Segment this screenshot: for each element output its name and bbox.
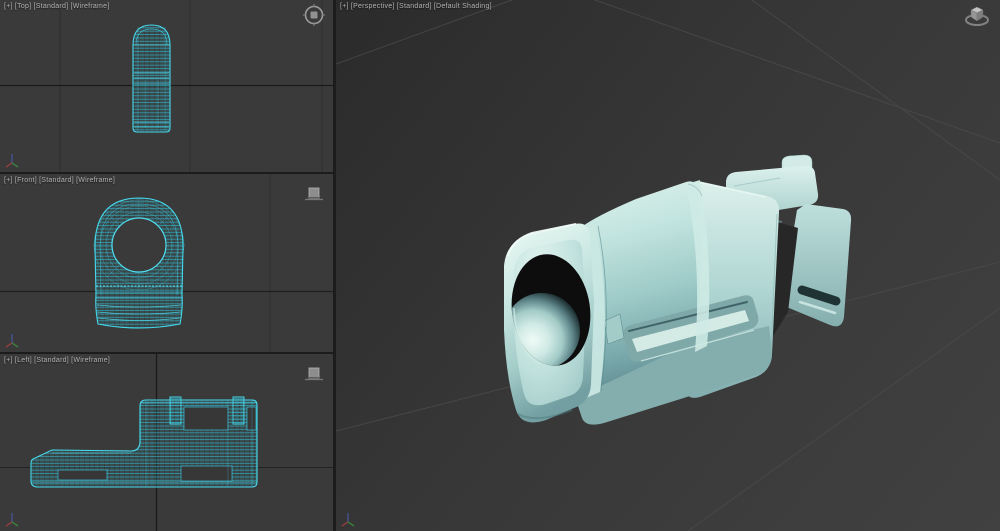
viewport-label-top[interactable]: [+] [Top] [Standard] [Wireframe] (4, 2, 109, 11)
viewport-label-front[interactable]: [+] [Front] [Standard] [Wireframe] (4, 176, 115, 185)
quad-viewport-layout: [+] [Top] [Standard] [Wireframe] [+] [Fr… (0, 0, 1000, 531)
front-view-canvas[interactable] (0, 174, 333, 352)
top-view-canvas[interactable] (0, 0, 333, 172)
viewcube-left-face-icon[interactable] (303, 366, 325, 382)
left-view-canvas[interactable] (0, 354, 333, 531)
viewport-left[interactable]: [+] [Left] [Standard] [Wireframe] (0, 354, 333, 531)
world-axis-icon (5, 513, 19, 527)
wireframe-model-front[interactable] (93, 197, 185, 329)
viewcube-front-face-icon[interactable] (303, 186, 325, 202)
world-axis-icon (5, 334, 19, 348)
perspective-view-canvas[interactable] (336, 0, 1000, 531)
viewport-label-perspective[interactable]: [+] [Perspective] [Standard] [Default Sh… (340, 2, 492, 11)
viewport-perspective[interactable]: [+] [Perspective] [Standard] [Default Sh… (336, 0, 1000, 531)
wireframe-model-left[interactable] (30, 396, 258, 488)
world-axis-icon (341, 513, 355, 527)
viewport-top[interactable]: [+] [Top] [Standard] [Wireframe] (0, 0, 333, 172)
viewcube-ortho-icon[interactable] (301, 2, 327, 28)
world-axis-icon (5, 154, 19, 168)
wireframe-model-top[interactable] (132, 24, 171, 133)
viewport-label-left[interactable]: [+] [Left] [Standard] [Wireframe] (4, 356, 110, 365)
viewport-front[interactable]: [+] [Front] [Standard] [Wireframe] (0, 174, 333, 352)
viewcube-perspective-icon[interactable] (962, 4, 992, 30)
